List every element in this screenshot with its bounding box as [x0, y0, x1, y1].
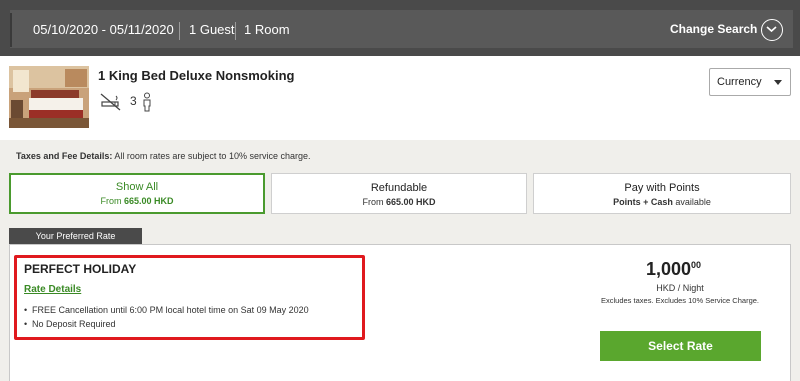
filter-show-all[interactable]: Show All From 665.00 HKD	[9, 173, 265, 214]
tax-note: Taxes and Fee Details: All room rates ar…	[16, 151, 310, 161]
chevron-down-icon[interactable]	[761, 19, 783, 41]
change-search-link[interactable]: Change Search	[670, 22, 757, 36]
no-smoking-icon	[100, 92, 122, 117]
room-title: 1 King Bed Deluxe Nonsmoking	[98, 68, 295, 83]
select-rate-button[interactable]: Select Rate	[600, 331, 761, 361]
caret-down-icon	[774, 80, 782, 85]
stay-dates[interactable]: 05/10/2020 - 05/11/2020	[33, 22, 174, 37]
currency-label: Currency	[717, 76, 762, 88]
rate-conditions: FREE Cancellation until 6:00 PM local ho…	[24, 305, 309, 333]
price-exclusions: Excludes taxes. Excludes 10% Service Cha…	[601, 296, 759, 305]
max-guests: 3	[130, 94, 137, 108]
currency-dropdown[interactable]: Currency	[709, 68, 791, 96]
filter-title: Refundable	[370, 182, 428, 194]
list-item: FREE Cancellation until 6:00 PM local ho…	[24, 305, 309, 315]
guest-count-field[interactable]: 1 Guest	[189, 22, 235, 37]
filter-pay-with-points[interactable]: Pay with Points Points + Cash available	[533, 173, 791, 214]
price-cents: 00	[691, 260, 702, 270]
filter-subtitle: Points + Cash available	[613, 197, 711, 207]
divider	[179, 22, 180, 40]
tax-heading: Taxes and Fee Details:	[16, 151, 113, 161]
filter-subtitle: From 665.00 HKD	[362, 197, 436, 207]
tax-text: All room rates are subject to 10% servic…	[114, 151, 311, 161]
divider	[235, 22, 236, 40]
room-count-field[interactable]: 1 Room	[244, 22, 290, 37]
filter-title: Show All	[115, 181, 159, 193]
rate-plan-name: PERFECT HOLIDAY	[24, 262, 137, 276]
filter-title: Pay with Points	[624, 182, 700, 194]
room-photo[interactable]	[9, 66, 89, 128]
person-icon	[142, 92, 152, 117]
rate-price: 1,00000	[646, 259, 702, 279]
filter-refundable[interactable]: Refundable From 665.00 HKD	[271, 173, 527, 214]
preferred-rate-tab: Your Preferred Rate	[9, 228, 142, 244]
search-bar-edge	[10, 13, 12, 47]
price-unit: HKD / Night	[656, 283, 704, 293]
rate-details-link[interactable]: Rate Details	[24, 284, 81, 295]
filter-subtitle: From 665.00 HKD	[100, 196, 174, 206]
list-item: No Deposit Required	[24, 319, 309, 329]
